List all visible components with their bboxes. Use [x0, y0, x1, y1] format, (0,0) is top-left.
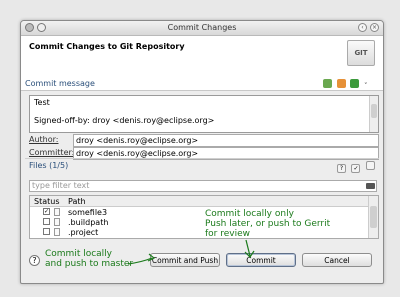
file-icon	[54, 218, 60, 226]
change-id-icon[interactable]	[350, 79, 360, 88]
commit-message-line-1: Test	[34, 98, 50, 107]
annotation-commit-and-push: Commit locally and push to master	[45, 249, 133, 269]
git-logo-icon: GIT	[347, 40, 375, 66]
file-icon	[54, 208, 60, 216]
status-column-header[interactable]: Status	[34, 197, 60, 206]
scroll-thumb[interactable]	[371, 104, 377, 118]
annotation-line: Push later, or push to Gerrit	[205, 219, 331, 229]
add-signed-off-icon[interactable]	[323, 79, 333, 88]
annotation-commit: Commit locally only Push later, or push …	[205, 209, 330, 239]
annotation-line: and push to master	[45, 259, 134, 269]
file-path: somefile3	[68, 208, 108, 217]
clear-filter-icon[interactable]	[366, 183, 375, 189]
annotation-line: Commit locally only	[205, 209, 294, 219]
file-checkbox[interactable]	[43, 228, 50, 235]
cancel-button[interactable]: Cancel	[302, 253, 372, 267]
commit-message-line-2: Signed-off-by: droy <denis.roy@eclipse.o…	[34, 116, 215, 125]
title-bar: Commit Changes ‹ ×	[21, 21, 383, 36]
file-checkbox[interactable]	[43, 218, 50, 225]
files-table-header: Status Path	[30, 196, 378, 207]
commit-message-editor[interactable]: Test Signed-off-by: droy <denis.roy@ecli…	[29, 95, 379, 133]
file-path: .project	[68, 228, 99, 237]
close-icon[interactable]: ×	[370, 23, 379, 32]
dialog-header-title: Commit Changes to Git Repository	[29, 42, 185, 51]
files-toolbar: ? ✓	[334, 161, 375, 173]
author-label: Author:	[29, 135, 59, 144]
select-all-icon[interactable]: ✓	[351, 164, 361, 173]
files-scrollbar[interactable]	[368, 196, 378, 238]
divider	[25, 158, 379, 159]
show-untracked-icon[interactable]: ?	[336, 164, 346, 173]
minimize-icon[interactable]: ‹	[358, 23, 367, 32]
scroll-thumb[interactable]	[370, 206, 377, 228]
help-icon[interactable]: ?	[29, 255, 40, 266]
commit-and-push-button[interactable]: Commit and Push	[150, 253, 220, 267]
commit-dialog: Commit Changes ‹ × Commit Changes to Git…	[20, 20, 384, 284]
deselect-all-icon[interactable]	[366, 161, 375, 170]
files-section-label[interactable]: Files (1/5)	[29, 161, 68, 170]
chevron-down-icon[interactable]: ˅	[364, 82, 373, 91]
file-checkbox[interactable]: ✓	[43, 208, 50, 215]
commit-button[interactable]: Commit	[226, 253, 296, 267]
path-column-header[interactable]: Path	[68, 197, 86, 206]
window-title: Commit Changes	[167, 23, 237, 32]
file-filter-input[interactable]: type filter text	[29, 180, 377, 192]
annotation-line: for review	[205, 229, 250, 239]
annotation-line: Commit locally	[45, 249, 113, 259]
file-path: .buildpath	[68, 218, 109, 227]
committer-label: Committer:	[29, 148, 75, 157]
file-icon	[54, 228, 60, 236]
commit-message-scrollbar[interactable]	[369, 96, 378, 132]
commit-message-toolbar: ˅	[321, 79, 373, 91]
author-field[interactable]: droy <denis.roy@eclipse.org>	[73, 134, 379, 147]
amend-icon[interactable]	[336, 79, 346, 88]
